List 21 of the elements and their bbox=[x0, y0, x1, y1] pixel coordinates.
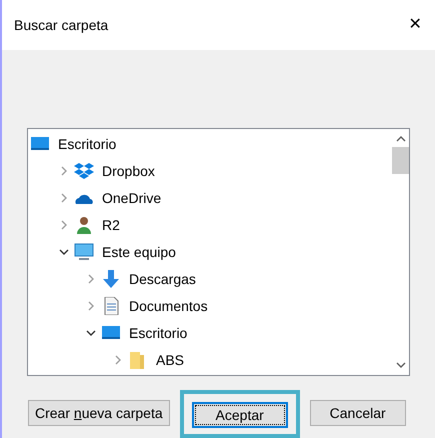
tree-item[interactable]: ABS bbox=[155, 350, 186, 371]
tree-item[interactable]: OneDrive bbox=[101, 188, 162, 209]
arrow-down-icon bbox=[101, 270, 121, 288]
monitor-icon bbox=[74, 243, 94, 262]
dialog-button[interactable]: Crear nueva carpeta bbox=[28, 400, 170, 426]
dialog-button[interactable]: Cancelar bbox=[310, 400, 406, 426]
tree-item[interactable]: Descargas bbox=[128, 268, 197, 290]
scroll-thumb[interactable] bbox=[392, 146, 409, 174]
tree-item[interactable]: Documentos bbox=[128, 296, 209, 317]
tree-item[interactable]: Dropbox bbox=[101, 160, 156, 182]
tree-item[interactable]: R2 bbox=[101, 214, 121, 236]
open-box-icon bbox=[74, 162, 94, 180]
tree-item[interactable]: Este equipo bbox=[101, 242, 177, 263]
user-icon bbox=[74, 216, 94, 234]
tree-item[interactable]: Escritorio bbox=[128, 322, 188, 344]
scroll-up-icon[interactable] bbox=[396, 134, 406, 144]
scroll-down-icon[interactable] bbox=[396, 360, 406, 370]
window-title: Buscar carpeta bbox=[14, 16, 108, 35]
dialog-button[interactable]: Aceptar bbox=[192, 402, 288, 428]
tree-item[interactable]: Escritorio bbox=[57, 134, 118, 155]
close-button[interactable]: ✕ bbox=[403, 13, 427, 37]
